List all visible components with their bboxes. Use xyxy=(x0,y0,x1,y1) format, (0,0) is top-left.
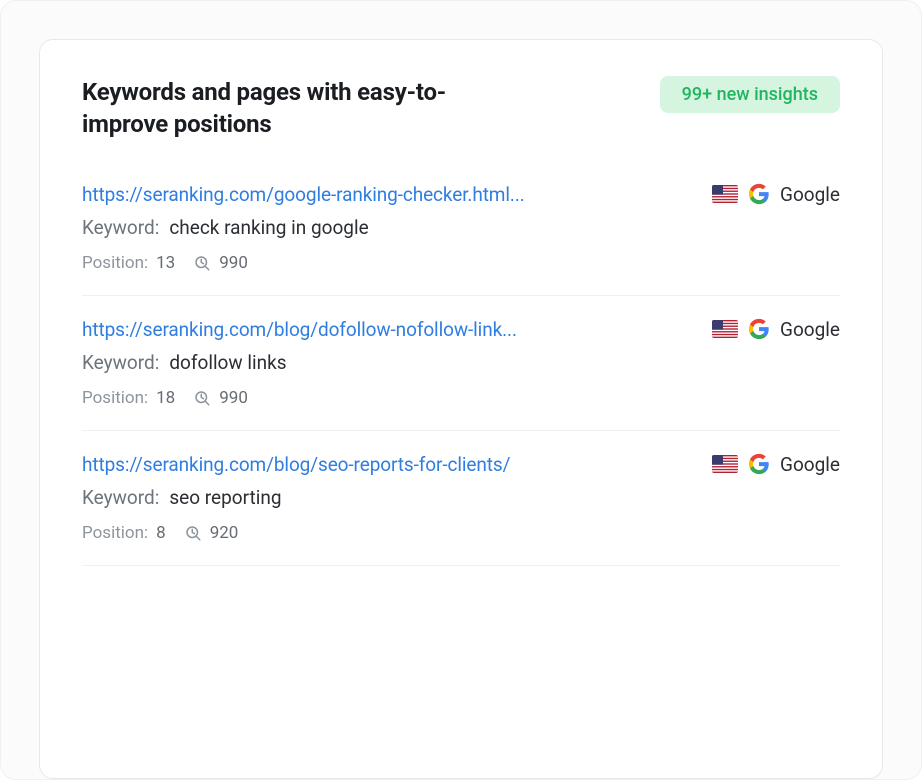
keyword-value: seo reporting xyxy=(169,486,281,509)
engine-label: Google xyxy=(780,318,840,341)
insight-row[interactable]: https://seranking.com/blog/seo-reports-f… xyxy=(82,453,840,566)
insight-row[interactable]: https://seranking.com/google-ranking-che… xyxy=(82,183,840,296)
page-url-link[interactable]: https://seranking.com/blog/seo-reports-f… xyxy=(82,453,696,476)
google-icon xyxy=(748,318,770,340)
card-title: Keywords and pages with easy-to-improve … xyxy=(82,76,502,141)
keyword-line: Keyword: seo reporting xyxy=(82,486,840,509)
google-icon xyxy=(748,453,770,475)
outer-frame: Keywords and pages with easy-to-improve … xyxy=(0,0,922,780)
cursor-click-icon xyxy=(193,254,211,272)
engine-label: Google xyxy=(780,183,840,206)
new-insights-badge[interactable]: 99+ new insights xyxy=(660,76,840,113)
page-url-link[interactable]: https://seranking.com/blog/dofollow-nofo… xyxy=(82,318,696,341)
keyword-line: Keyword: check ranking in google xyxy=(82,216,840,239)
engine-label: Google xyxy=(780,453,840,476)
row-top: https://seranking.com/blog/seo-reports-f… xyxy=(82,453,840,476)
search-engine-indicator: Google xyxy=(712,318,840,341)
keyword-label: Keyword: xyxy=(82,486,159,509)
google-icon xyxy=(748,183,770,205)
keyword-value: check ranking in google xyxy=(169,216,368,239)
position-label: Position: xyxy=(82,523,148,543)
us-flag-icon xyxy=(712,320,738,338)
meta-line: Position: 8 920 xyxy=(82,523,840,543)
volume-value: 990 xyxy=(219,253,248,273)
cursor-click-icon xyxy=(193,389,211,407)
meta-line: Position: 18 990 xyxy=(82,388,840,408)
insight-row[interactable]: https://seranking.com/blog/dofollow-nofo… xyxy=(82,318,840,431)
keyword-line: Keyword: dofollow links xyxy=(82,351,840,374)
position-value: 18 xyxy=(156,388,175,408)
row-top: https://seranking.com/google-ranking-che… xyxy=(82,183,840,206)
search-engine-indicator: Google xyxy=(712,453,840,476)
position-label: Position: xyxy=(82,253,148,273)
keyword-value: dofollow links xyxy=(169,351,286,374)
cursor-click-icon xyxy=(184,524,202,542)
keyword-label: Keyword: xyxy=(82,351,159,374)
page-url-link[interactable]: https://seranking.com/google-ranking-che… xyxy=(82,183,696,206)
search-engine-indicator: Google xyxy=(712,183,840,206)
us-flag-icon xyxy=(712,455,738,473)
us-flag-icon xyxy=(712,185,738,203)
card-header: Keywords and pages with easy-to-improve … xyxy=(82,76,840,141)
insights-card: Keywords and pages with easy-to-improve … xyxy=(39,39,883,779)
keyword-label: Keyword: xyxy=(82,216,159,239)
position-value: 13 xyxy=(156,253,175,273)
volume-value: 990 xyxy=(219,388,248,408)
position-value: 8 xyxy=(156,523,166,543)
volume-value: 920 xyxy=(210,523,239,543)
position-label: Position: xyxy=(82,388,148,408)
row-top: https://seranking.com/blog/dofollow-nofo… xyxy=(82,318,840,341)
meta-line: Position: 13 990 xyxy=(82,253,840,273)
